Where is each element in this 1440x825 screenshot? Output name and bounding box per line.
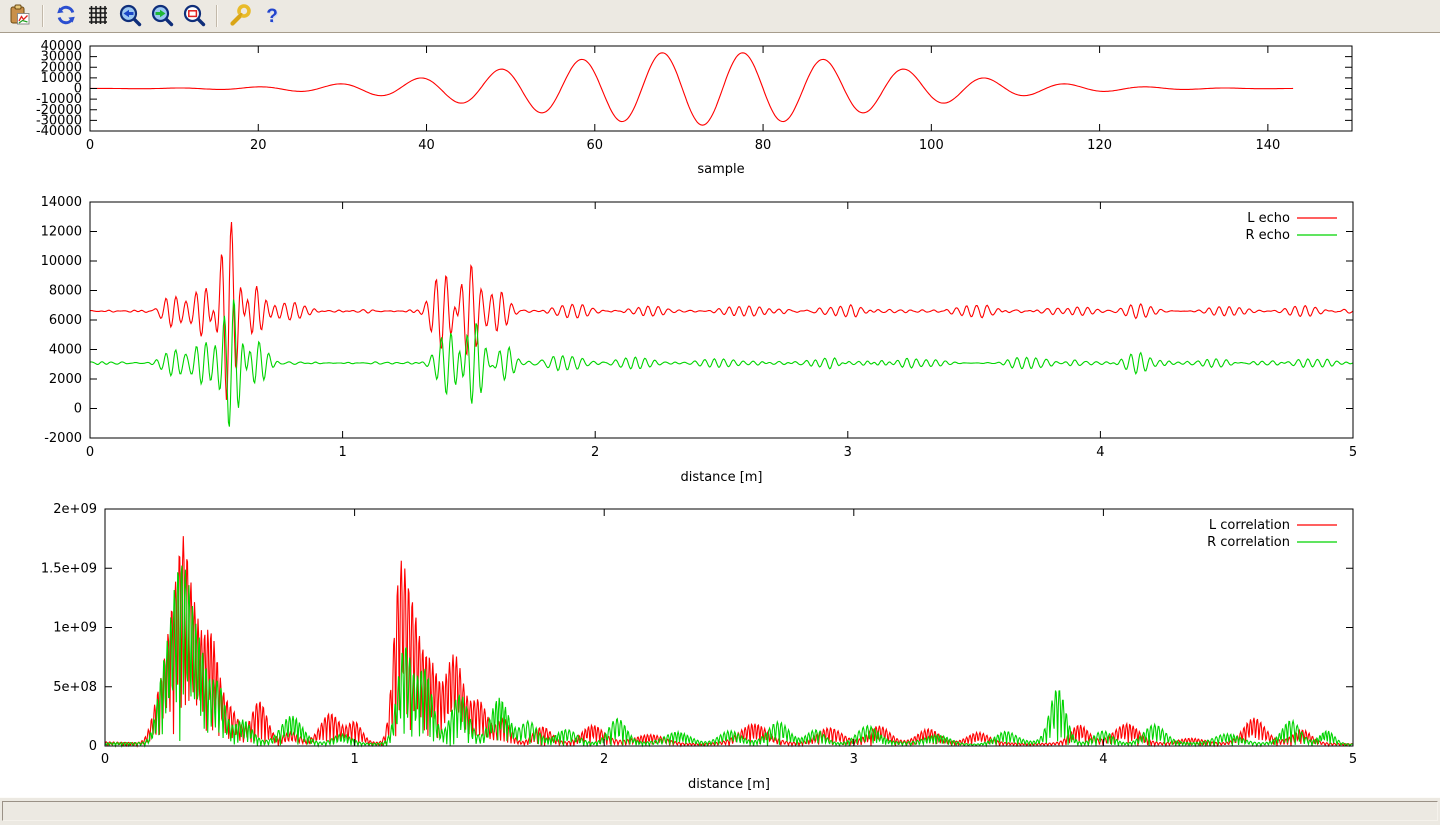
y-tick-label: 10000 — [41, 254, 82, 269]
x-tick-label: 120 — [1087, 138, 1112, 153]
y-tick-label: 4000 — [49, 343, 82, 358]
zoom-next-button[interactable] — [148, 2, 176, 30]
x-tick-label: 2 — [591, 445, 599, 460]
legend-label: L echo — [1247, 211, 1290, 226]
y-tick-label: 40000 — [41, 39, 82, 54]
configure-wrench-icon — [228, 3, 252, 30]
y-tick-label: 14000 — [41, 195, 82, 210]
series-l-correlation — [105, 536, 1353, 746]
copy-plot-icon — [8, 3, 32, 30]
replot-button[interactable] — [52, 2, 80, 30]
x-tick-label: 0 — [86, 138, 94, 153]
y-tick-label: 8000 — [49, 284, 82, 299]
status-bar — [0, 797, 1440, 825]
y-tick-label: 12000 — [41, 225, 82, 240]
x-tick-label: 3 — [844, 445, 852, 460]
x-axis-label: distance [m] — [680, 470, 762, 485]
x-axis-label: sample — [697, 162, 744, 177]
grid-icon — [86, 3, 110, 30]
x-tick-label: 1 — [338, 445, 346, 460]
series-l-echo — [90, 222, 1353, 400]
legend-label: L correlation — [1209, 518, 1290, 533]
x-tick-label: 4 — [1099, 752, 1107, 767]
y-tick-label: 0 — [89, 739, 97, 754]
x-tick-label: 5 — [1349, 445, 1357, 460]
x-tick-label: 4 — [1096, 445, 1104, 460]
toggle-grid-button[interactable] — [84, 2, 112, 30]
help-icon: ? — [266, 7, 278, 26]
help-button[interactable]: ? — [258, 2, 286, 30]
x-tick-label: 80 — [755, 138, 772, 153]
plot-frame — [105, 509, 1353, 746]
toolbar-separator — [216, 5, 218, 27]
copy-to-clipboard-button[interactable] — [6, 2, 34, 30]
x-tick-label: 1 — [350, 752, 358, 767]
refresh-icon — [54, 3, 78, 30]
y-tick-label: 0 — [74, 402, 82, 417]
y-tick-label: 1e+09 — [53, 621, 97, 636]
y-tick-label: 2e+09 — [53, 502, 97, 517]
zoom-previous-button[interactable] — [116, 2, 144, 30]
gnuplot-window: ? 020406080100120140-40000-30000-20000-1… — [0, 0, 1440, 825]
y-tick-label: 2000 — [49, 372, 82, 387]
legend-label: R correlation — [1207, 535, 1290, 550]
y-tick-label: 1.5e+09 — [41, 561, 97, 576]
zoom-next-icon — [150, 3, 174, 30]
x-tick-label: 100 — [919, 138, 944, 153]
x-tick-label: 5 — [1349, 752, 1357, 767]
legend-label: R echo — [1245, 228, 1290, 243]
chart-signal: 020406080100120140-40000-30000-20000-100… — [36, 39, 1352, 177]
x-tick-label: 2 — [600, 752, 608, 767]
series-signal — [90, 53, 1293, 125]
x-tick-label: 40 — [418, 138, 435, 153]
x-tick-label: 0 — [86, 445, 94, 460]
plots-svg[interactable]: 020406080100120140-40000-30000-20000-100… — [0, 33, 1440, 797]
zoom-previous-icon — [118, 3, 142, 30]
autoscale-icon — [182, 3, 206, 30]
chart-echo: 0 1 2 3 4 5 -2000 0 2000 4000 6000 8000 10000 12000 14… — [41, 195, 1358, 485]
plot-frame — [90, 202, 1353, 438]
plot-canvas[interactable]: 020406080100120140-40000-30000-20000-100… — [0, 33, 1440, 797]
y-tick-label: 6000 — [49, 313, 82, 328]
series-r-echo — [90, 300, 1353, 427]
x-axis-label: distance [m] — [688, 777, 770, 792]
configure-button[interactable] — [226, 2, 254, 30]
toolbar: ? — [0, 0, 1440, 33]
x-tick-label: 140 — [1255, 138, 1280, 153]
toolbar-separator — [42, 5, 44, 27]
chart-correlation: 0 1 2 3 4 5 0 5e+08 1e+09 1.5e+09 2e+09 distance [m… — [41, 502, 1357, 792]
series-r-correlation — [105, 566, 1353, 746]
status-field — [2, 801, 1438, 821]
x-tick-label: 3 — [850, 752, 858, 767]
x-tick-label: 20 — [250, 138, 267, 153]
y-tick-label: 5e+08 — [53, 680, 97, 695]
autoscale-button[interactable] — [180, 2, 208, 30]
y-tick-label: -2000 — [44, 431, 82, 446]
x-tick-label: 0 — [101, 752, 109, 767]
x-tick-label: 60 — [587, 138, 604, 153]
